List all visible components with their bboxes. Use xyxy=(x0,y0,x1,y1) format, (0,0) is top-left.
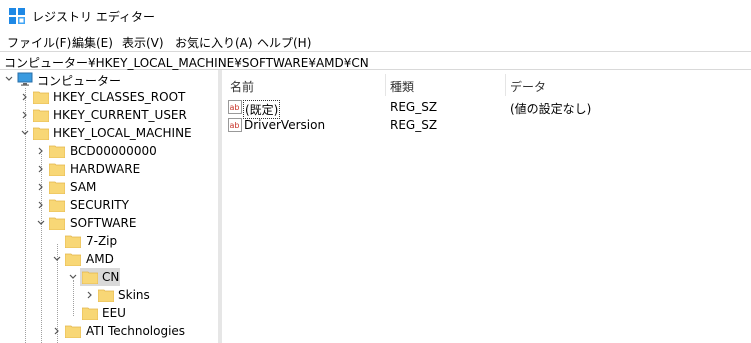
menu-file[interactable]: ファイル(F) xyxy=(7,34,71,51)
tree-node-label: CN xyxy=(102,270,120,284)
tree-node-sam[interactable]: SAM xyxy=(0,178,218,196)
menu-view[interactable]: 表示(V) xyxy=(122,34,164,51)
tree-node-hardware[interactable]: HARDWARE xyxy=(0,160,218,178)
folder-icon xyxy=(82,307,98,320)
chevron-down-icon[interactable] xyxy=(37,219,45,227)
folder-icon xyxy=(98,289,114,302)
tree-node-label: Skins xyxy=(118,288,150,302)
window-title: レジストリ エディター xyxy=(32,10,155,24)
column-divider[interactable] xyxy=(505,74,506,96)
chevron-down-icon[interactable] xyxy=(21,129,29,137)
tree-node-cn[interactable]: CN xyxy=(0,268,218,286)
tree-node-bcd[interactable]: BCD00000000 xyxy=(0,142,218,160)
tree-node-hkey-classes-root[interactable]: HKEY_CLASSES_ROOT xyxy=(0,88,218,106)
tree-node-label: HKEY_CLASSES_ROOT xyxy=(53,90,186,104)
registry-editor-icon xyxy=(9,8,25,24)
tree-node-label: HKEY_CURRENT_USER xyxy=(53,108,187,122)
address-path[interactable]: コンピューター¥HKEY_LOCAL_MACHINE¥SOFTWARE¥AMD¥… xyxy=(4,54,369,71)
tree-node-security[interactable]: SECURITY xyxy=(0,196,218,214)
tree-node-label: コンピューター xyxy=(37,74,122,88)
chevron-right-icon[interactable] xyxy=(53,327,61,335)
address-bar[interactable]: コンピューター¥HKEY_LOCAL_MACHINE¥SOFTWARE¥AMD¥… xyxy=(0,51,751,70)
chevron-right-icon[interactable] xyxy=(21,93,29,101)
folder-open-icon xyxy=(82,271,98,284)
folder-open-icon xyxy=(49,217,65,230)
tree-node-hkey-local-machine[interactable]: HKEY_LOCAL_MACHINE xyxy=(0,124,218,142)
svg-text:ab: ab xyxy=(230,121,240,130)
column-header-data[interactable]: データ xyxy=(510,78,546,95)
folder-icon xyxy=(49,199,65,212)
folder-icon xyxy=(49,163,65,176)
string-value-icon: ab xyxy=(228,118,242,132)
tree-node-label: EEU xyxy=(102,306,126,320)
computer-icon xyxy=(17,72,33,86)
tree-node-7zip[interactable]: 7-Zip xyxy=(0,232,218,250)
tree-node-label: BCD00000000 xyxy=(70,144,157,158)
tree-node-label: HKEY_LOCAL_MACHINE xyxy=(53,126,192,140)
folder-open-icon xyxy=(65,253,81,266)
tree-node-label: SECURITY xyxy=(70,198,129,212)
tree-node-eeu[interactable]: EEU xyxy=(0,304,218,322)
chevron-right-icon[interactable] xyxy=(37,201,45,209)
menu-bar: ファイル(F) 編集(E) 表示(V) お気に入り(A) ヘルプ(H) xyxy=(0,31,751,51)
folder-icon xyxy=(65,325,81,338)
folder-icon xyxy=(65,235,81,248)
folder-icon xyxy=(33,109,49,122)
tree-node-label: 7-Zip xyxy=(86,234,118,248)
folder-icon xyxy=(33,91,49,104)
svg-text:ab: ab xyxy=(230,103,240,112)
key-tree[interactable]: コンピューター HKEY_CLASSES_ROOT HKEY_CURRENT_U… xyxy=(0,70,218,343)
column-header-name[interactable]: 名前 xyxy=(230,78,254,95)
tree-node-label: ATI Technologies xyxy=(86,324,186,338)
chevron-right-icon[interactable] xyxy=(86,291,94,299)
menu-favorites[interactable]: お気に入り(A) xyxy=(175,34,253,51)
value-type-cell: REG_SZ xyxy=(390,118,438,132)
chevron-down-icon[interactable] xyxy=(5,75,13,83)
column-header-type[interactable]: 種類 xyxy=(390,78,414,95)
value-name-cell[interactable]: DriverVersion xyxy=(244,118,325,132)
value-data-cell: (値の設定なし) xyxy=(510,102,592,116)
table-row[interactable]: ab (既定) REG_SZ (値の設定なし) xyxy=(222,98,751,119)
tree-node-label: HARDWARE xyxy=(70,162,141,176)
tree-node-label: SOFTWARE xyxy=(70,216,137,230)
chevron-right-icon[interactable] xyxy=(37,183,45,191)
column-divider[interactable] xyxy=(385,74,386,96)
tree-node-software[interactable]: SOFTWARE xyxy=(0,214,218,232)
chevron-right-icon[interactable] xyxy=(37,165,45,173)
chevron-down-icon[interactable] xyxy=(53,255,61,263)
folder-open-icon xyxy=(33,127,49,140)
tree-node-amd[interactable]: AMD xyxy=(0,250,218,268)
tree-node-computer[interactable]: コンピューター xyxy=(0,70,218,88)
tree-node-label: AMD xyxy=(86,252,114,266)
value-type-cell: REG_SZ xyxy=(390,100,438,114)
values-list[interactable]: 名前 種類 データ ab (既定) REG_SZ (値の設定なし) ab Dri… xyxy=(222,70,751,343)
tree-node-skins[interactable]: Skins xyxy=(0,286,218,304)
string-value-icon: ab xyxy=(228,100,242,114)
table-row[interactable]: ab DriverVersion REG_SZ xyxy=(222,116,751,134)
title-bar: レジストリ エディター xyxy=(0,0,751,31)
folder-icon xyxy=(49,181,65,194)
menu-edit[interactable]: 編集(E) xyxy=(72,34,113,51)
chevron-right-icon[interactable] xyxy=(21,111,29,119)
tree-node-label: SAM xyxy=(70,180,97,194)
menu-help[interactable]: ヘルプ(H) xyxy=(257,34,311,51)
chevron-down-icon[interactable] xyxy=(69,273,77,281)
tree-node-hkey-current-user[interactable]: HKEY_CURRENT_USER xyxy=(0,106,218,124)
folder-icon xyxy=(49,145,65,158)
chevron-right-icon[interactable] xyxy=(37,147,45,155)
tree-node-ati-technologies[interactable]: ATI Technologies xyxy=(0,322,218,340)
